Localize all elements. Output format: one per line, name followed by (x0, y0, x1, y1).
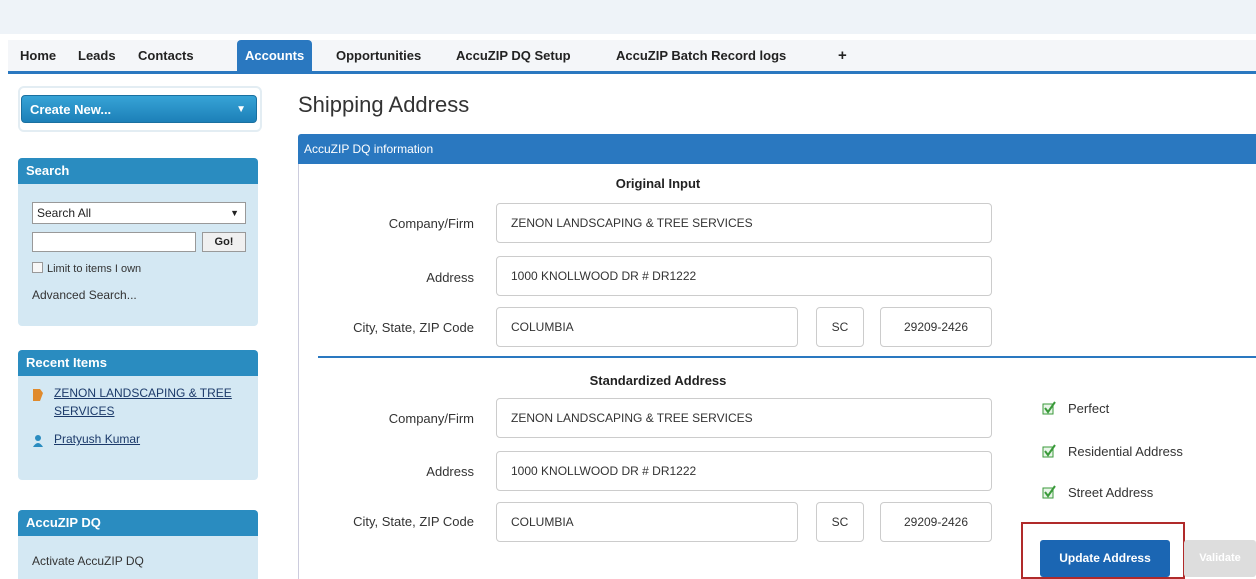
tab-accuzip-dq-setup[interactable]: AccuZIP DQ Setup (448, 40, 579, 71)
limit-items-row[interactable]: Limit to items I own (32, 262, 141, 275)
section-divider (318, 356, 1256, 358)
standardized-company-label: Company/Firm (388, 411, 474, 426)
standardized-company-field[interactable]: ZENON LANDSCAPING & TREE SERVICES (496, 398, 992, 438)
original-address-field[interactable]: 1000 KNOLLWOOD DR # DR1222 (496, 256, 992, 296)
tab-leads[interactable]: Leads (70, 40, 124, 71)
activate-accuzip-link[interactable]: Activate AccuZIP DQ (32, 554, 144, 568)
original-csz-label: City, State, ZIP Code (353, 320, 474, 335)
recent-items-title: Recent Items (18, 350, 258, 376)
original-zip-field[interactable]: 29209-2426 (880, 307, 992, 347)
standardized-csz-label: City, State, ZIP Code (353, 514, 474, 529)
status-residential-label: Residential Address (1068, 444, 1183, 459)
limit-items-checkbox[interactable] (32, 262, 43, 273)
tab-opportunities[interactable]: Opportunities (328, 40, 429, 71)
page-title: Shipping Address (298, 92, 470, 117)
limit-items-label: Limit to items I own (47, 263, 142, 275)
status-perfect-label: Perfect (1068, 401, 1110, 416)
create-new-label: Create New... (30, 102, 112, 117)
original-company-label: Company/Firm (388, 216, 474, 231)
section-header: AccuZIP DQ information (298, 134, 1256, 164)
top-header-bar (0, 0, 1256, 34)
search-scope-select[interactable]: Search All ▼ (32, 202, 246, 224)
original-state-field[interactable]: SC (816, 307, 864, 347)
status-street-label: Street Address (1068, 485, 1154, 500)
tab-accounts[interactable]: Accounts (237, 40, 313, 71)
check-icon (1042, 485, 1056, 499)
check-icon (1042, 401, 1056, 415)
standardized-address-label: Address (426, 464, 474, 479)
standardized-state-field[interactable]: SC (816, 502, 864, 542)
dropdown-arrow-icon: ▼ (230, 208, 239, 218)
accuzip-panel: AccuZIP DQ Activate AccuZIP DQ (18, 510, 258, 579)
search-input[interactable] (32, 232, 196, 252)
status-street: Street Address (1042, 485, 1242, 503)
tab-contacts[interactable]: Contacts (130, 40, 202, 71)
original-company-field[interactable]: ZENON LANDSCAPING & TREE SERVICES (496, 203, 992, 243)
standardized-zip-field[interactable]: 29209-2426 (880, 502, 992, 542)
advanced-search-link[interactable]: Advanced Search... (32, 288, 137, 302)
search-panel: Search Search All ▼ Go! Limit to items I… (18, 158, 258, 326)
update-address-button[interactable]: Update Address (1040, 540, 1170, 577)
recent-item-account[interactable]: ZENON LANDSCAPING & TREE SERVICES (54, 384, 244, 420)
standardized-address-title: Standardized Address (589, 373, 727, 388)
caret-down-icon: ▼ (236, 104, 246, 115)
tab-accuzip-batch-record-logs[interactable]: AccuZIP Batch Record logs (608, 40, 794, 71)
search-panel-title: Search (18, 158, 258, 184)
create-new-button[interactable]: Create New... ▼ (21, 95, 257, 123)
contact-icon (33, 435, 43, 447)
recent-items-panel: Recent Items ZENON LANDSCAPING & TREE SE… (18, 350, 258, 480)
standardized-address-field[interactable]: 1000 KNOLLWOOD DR # DR1222 (496, 451, 992, 491)
add-tab-button[interactable]: + (830, 40, 855, 71)
standardized-city-field[interactable]: COLUMBIA (496, 502, 798, 542)
tab-bar: Home Leads Contacts Accounts Opportuniti… (8, 40, 1256, 74)
original-address-label: Address (426, 270, 474, 285)
tab-home[interactable]: Home (12, 40, 64, 71)
search-scope-value: Search All (37, 206, 92, 220)
account-icon (33, 389, 43, 401)
check-icon (1042, 444, 1056, 458)
status-perfect: Perfect (1042, 401, 1242, 419)
original-input-title: Original Input (615, 176, 701, 191)
original-city-field[interactable]: COLUMBIA (496, 307, 798, 347)
status-residential: Residential Address (1042, 444, 1256, 462)
validate-button[interactable]: Validate (1184, 540, 1256, 577)
accuzip-panel-title: AccuZIP DQ (18, 510, 258, 536)
go-button[interactable]: Go! (202, 232, 246, 252)
recent-item-contact[interactable]: Pratyush Kumar (54, 430, 140, 448)
create-new-wrapper: Create New... ▼ (18, 86, 262, 132)
